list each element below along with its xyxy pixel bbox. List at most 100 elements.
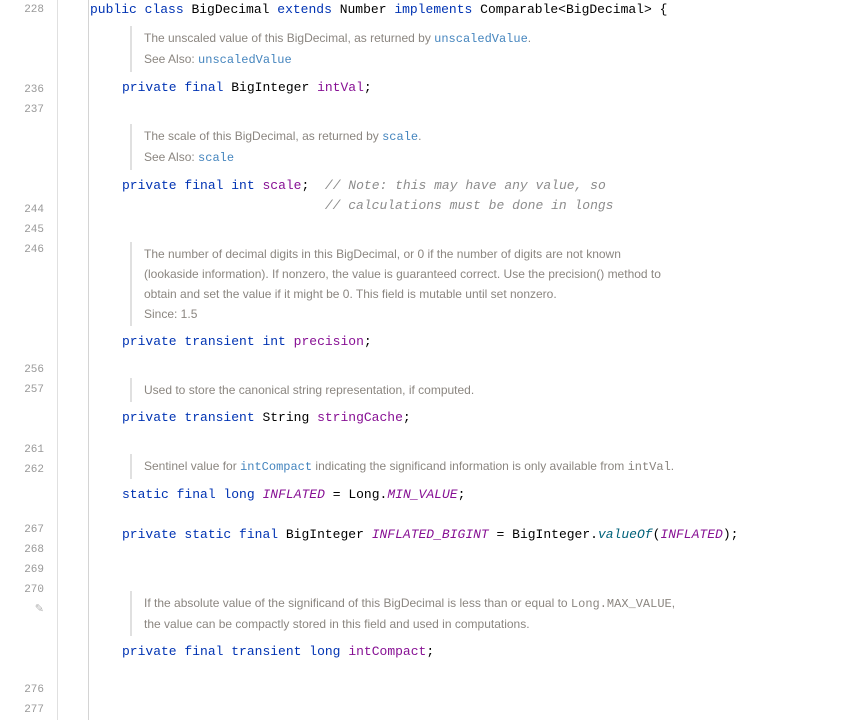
constant: INFLATED_BIGINT [372,527,489,542]
line-number [0,500,44,520]
keyword: public [90,2,137,17]
line-number[interactable]: 236 [0,80,44,100]
line-number [0,120,44,140]
line-number[interactable]: 270 [0,580,44,600]
punct: ; [403,410,411,425]
class-declaration[interactable]: public class BigDecimal extends Number i… [90,0,851,20]
line-number[interactable]: 277 [0,700,44,720]
javadoc-intval[interactable]: The unscaled value of this BigDecimal, a… [130,26,851,72]
punct: ; [458,487,466,502]
line-number [0,660,44,680]
keyword: private [122,527,177,542]
line-number[interactable]: 246 [0,240,44,260]
identifier: scale [262,178,301,193]
doc-text: . [528,31,531,45]
line-number[interactable]: 261 [0,440,44,460]
field-scale[interactable]: private final int scale; // Note: this m… [90,176,851,196]
doc-link[interactable]: scale [382,130,418,144]
doc-text: The unscaled value of this BigDecimal, a… [144,31,434,45]
punct: ; [731,527,739,542]
javadoc-precision[interactable]: The number of decimal digits in this Big… [130,242,851,326]
line-number[interactable]: 268 [0,540,44,560]
method: valueOf [598,527,653,542]
edit-icon[interactable]: ✎ [0,600,44,620]
type: BigInteger [512,527,590,542]
type: BigInteger [286,527,364,542]
field-stringcache[interactable]: private transient String stringCache; [90,408,851,428]
doc-link[interactable]: unscaledValue [198,53,292,67]
line-number [0,300,44,320]
field-inflated[interactable]: static final long INFLATED = Long.MIN_VA… [90,485,851,505]
inline-comment-cont[interactable]: // calculations must be done in longs [90,196,851,216]
constant: INFLATED [262,487,324,502]
line-number[interactable]: 262 [0,460,44,480]
type: Long [348,487,379,502]
keyword: int [262,334,285,349]
javadoc-stringcache[interactable]: Used to store the canonical string repre… [130,378,851,402]
identifier: precision [294,334,364,349]
field-precision[interactable]: private transient int precision; [90,332,851,352]
line-number[interactable]: 267 [0,520,44,540]
keyword: final [184,644,223,659]
javadoc-inflated[interactable]: Sentinel value for intCompact indicating… [130,454,851,479]
keyword: final [184,80,223,95]
keyword: implements [394,2,472,17]
line-number[interactable]: 256 [0,360,44,380]
doc-code: intVal [628,460,671,474]
doc-text: obtain and set the value if it might be … [144,284,851,304]
doc-text: The scale of this BigDecimal, as returne… [144,129,382,143]
javadoc-scale[interactable]: The scale of this BigDecimal, as returne… [130,124,851,170]
keyword: private [122,178,177,193]
structure-guide [88,0,89,720]
line-number[interactable]: 228 [0,0,44,20]
blank-line [90,662,851,682]
punct: . [590,527,598,542]
doc-text: . [418,129,421,143]
line-number [0,340,44,360]
punct: ) [723,527,731,542]
doc-text: (lookaside information). If nonzero, the… [144,264,851,284]
line-number[interactable]: 237 [0,100,44,120]
keyword: private [122,644,177,659]
doc-text: See Also: [144,52,198,66]
punct: ; [364,334,372,349]
blank-line [90,428,851,448]
doc-since: Since: 1.5 [144,304,851,324]
keyword: transient [184,410,254,425]
doc-link[interactable]: intCompact [240,460,312,474]
blank-line [90,98,851,118]
line-number[interactable]: 269 [0,560,44,580]
line-number[interactable]: 276 [0,680,44,700]
keyword: transient [231,644,301,659]
doc-text: If the absolute value of the significand… [144,596,571,610]
line-number [0,40,44,60]
punct: = [325,487,348,502]
line-number[interactable]: 245 [0,220,44,240]
blank-line [90,545,851,565]
line-number [0,280,44,300]
field-inflated-bigint[interactable]: private static final BigInteger INFLATED… [90,525,851,545]
javadoc-intcompact[interactable]: If the absolute value of the significand… [130,591,851,636]
doc-text: indicating the significand information i… [312,459,628,473]
doc-text: Sentinel value for [144,459,240,473]
punct: ; [364,80,372,95]
doc-text: , [672,596,675,610]
doc-text: The number of decimal digits in this Big… [144,244,851,264]
code-content[interactable]: public class BigDecimal extends Number i… [58,0,851,720]
identifier: intVal [317,80,364,95]
inline-comment: // Note: this may have any value, so [309,178,605,193]
field-intval[interactable]: private final BigInteger intVal; [90,78,851,98]
line-number [0,60,44,80]
doc-text: the value can be compactly stored in thi… [144,614,851,634]
identifier: intCompact [348,644,426,659]
line-number[interactable]: 257 [0,380,44,400]
doc-link[interactable]: scale [198,151,234,165]
line-number [0,480,44,500]
inline-comment: // calculations must be done in longs [122,198,613,213]
doc-link[interactable]: unscaledValue [434,32,528,46]
punct: ; [426,644,434,659]
line-number[interactable]: 244 [0,200,44,220]
keyword: long [223,487,254,502]
field-intcompact[interactable]: private final transient long intCompact; [90,642,851,662]
line-number [0,620,44,640]
